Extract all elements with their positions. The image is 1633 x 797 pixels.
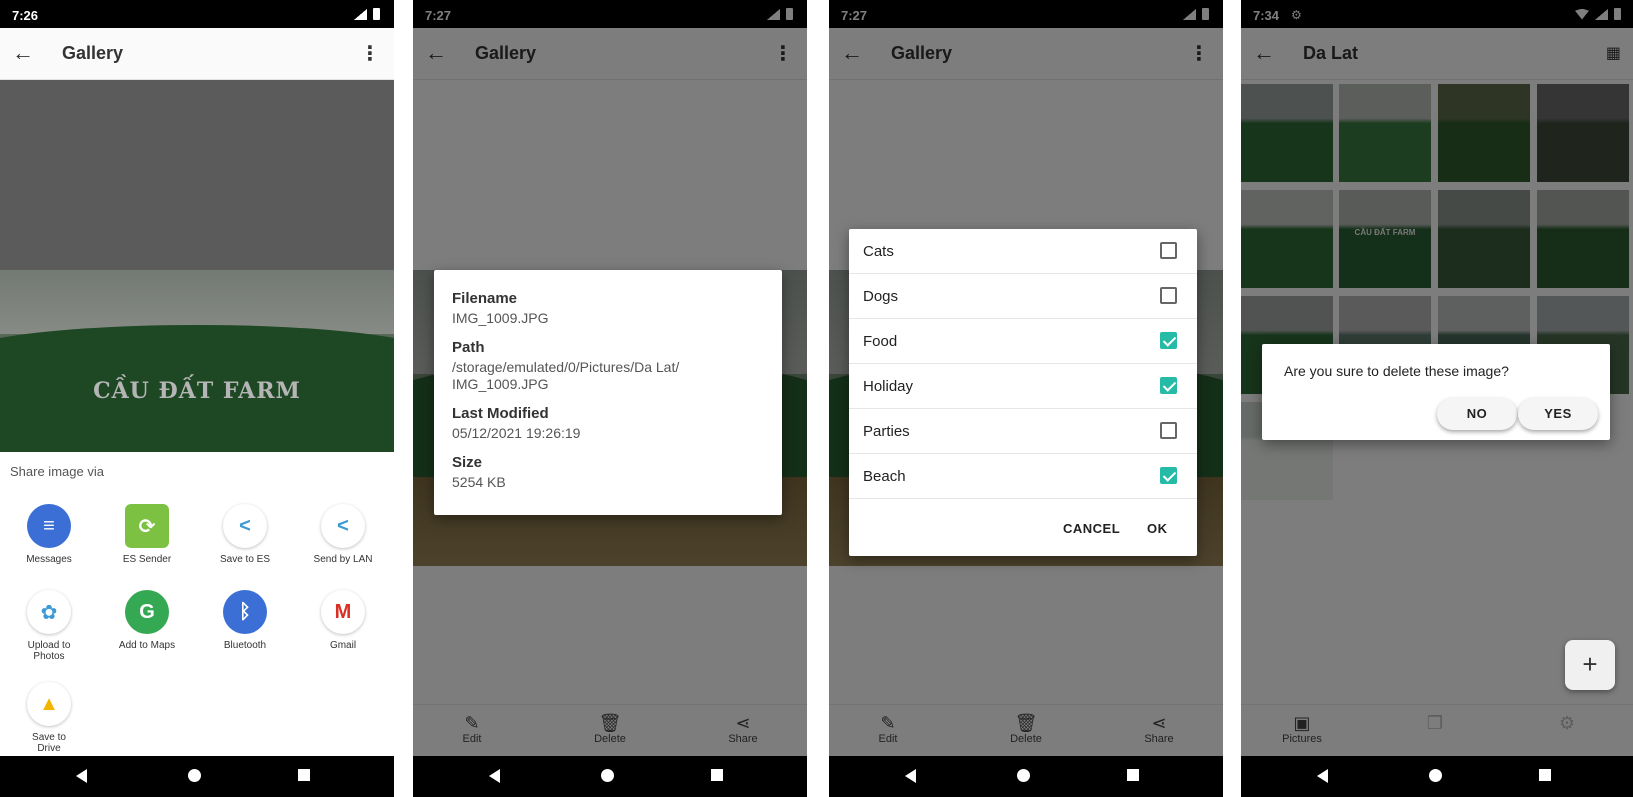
tag-option-row[interactable]: Beach bbox=[849, 454, 1197, 499]
yes-button[interactable]: YES bbox=[1518, 398, 1598, 430]
share-app-label: Upload to Photos bbox=[27, 640, 71, 662]
share-es-icon: < bbox=[223, 504, 267, 548]
share-app-label: Send by LAN bbox=[313, 554, 373, 565]
tag-option-label: Parties bbox=[863, 423, 910, 440]
share-app-label: Gmail bbox=[329, 640, 357, 651]
share-sheet: Share image via ≡ Messages ⟳ ES Sender < Save… bbox=[0, 452, 394, 756]
signal-icon bbox=[354, 8, 367, 20]
share-app-2[interactable]: < Save to ES bbox=[196, 504, 294, 565]
tag-option-row[interactable]: Dogs bbox=[849, 274, 1197, 319]
filename-value: IMG_1009.JPG bbox=[452, 310, 549, 326]
size-label: Size bbox=[452, 454, 483, 471]
system-nav-bar bbox=[0, 756, 394, 797]
share-app-7[interactable]: M Gmail bbox=[294, 590, 392, 651]
nav-home-icon[interactable] bbox=[601, 769, 614, 782]
cancel-button[interactable]: CANCEL bbox=[1063, 521, 1120, 536]
status-bar: 7:26 bbox=[0, 0, 394, 28]
system-nav-bar bbox=[829, 756, 1223, 797]
bluetooth-icon: ᛒ bbox=[223, 590, 267, 634]
tag-option-row[interactable]: Parties bbox=[849, 409, 1197, 454]
status-time: 7:26 bbox=[12, 8, 39, 23]
share-app-label: Messages bbox=[26, 554, 72, 565]
tag-option-row[interactable]: Food bbox=[849, 319, 1197, 364]
path-value: /storage/emulated/0/Pictures/Da Lat/ IMG… bbox=[452, 359, 680, 392]
tag-option-row[interactable]: Cats bbox=[849, 229, 1197, 274]
tag-checkbox[interactable] bbox=[1160, 287, 1177, 304]
nav-recents-icon[interactable] bbox=[1539, 769, 1551, 781]
nav-recents-icon[interactable] bbox=[1127, 769, 1139, 781]
system-nav-bar bbox=[1241, 756, 1633, 797]
nav-back-icon[interactable] bbox=[76, 769, 87, 783]
photo-viewer: CẦU ĐẤT FARM bbox=[0, 80, 394, 452]
share-app-0[interactable]: ≡ Messages bbox=[0, 504, 98, 565]
share-lan-icon: < bbox=[321, 504, 365, 548]
share-app-8[interactable]: ▲ Save to Drive bbox=[0, 682, 98, 754]
gmail-icon: M bbox=[321, 590, 365, 634]
tag-checkbox[interactable] bbox=[1160, 467, 1177, 484]
add-fab[interactable]: + bbox=[1565, 640, 1615, 690]
nav-recents-icon[interactable] bbox=[711, 769, 723, 781]
nav-back-icon[interactable] bbox=[489, 769, 500, 783]
nav-recents-icon[interactable] bbox=[298, 769, 310, 781]
es-sender-icon: ⟳ bbox=[125, 504, 169, 548]
tag-option-label: Holiday bbox=[863, 378, 914, 395]
share-app-label: Save to ES bbox=[219, 554, 271, 565]
overflow-menu-icon[interactable]: ⋮ bbox=[360, 41, 380, 66]
details-dialog: Filename IMG_1009.JPG Path /storage/emul… bbox=[434, 270, 782, 515]
share-app-label: ES Sender bbox=[122, 554, 172, 565]
screen-details: 7:27 ← Gallery ⋮ ✎Edit 🗑Delete ⋖Share Fi… bbox=[413, 0, 807, 797]
last-modified-label: Last Modified bbox=[452, 405, 549, 422]
tag-checkbox[interactable] bbox=[1160, 332, 1177, 349]
tag-option-label: Cats bbox=[863, 243, 894, 260]
nav-back-icon[interactable] bbox=[1317, 769, 1328, 783]
share-sheet-title: Share image via bbox=[10, 464, 104, 479]
messages-icon: ≡ bbox=[27, 504, 71, 548]
nav-home-icon[interactable] bbox=[1017, 769, 1030, 782]
tag-option-row[interactable]: Holiday bbox=[849, 364, 1197, 409]
screen-share: 7:26 ← Gallery ⋮ CẦU ĐẤT FARM Share imag… bbox=[0, 0, 394, 797]
share-app-label: Bluetooth bbox=[223, 640, 267, 651]
battery-icon bbox=[373, 8, 380, 20]
last-modified-value: 05/12/2021 19:26:19 bbox=[452, 425, 581, 441]
nav-home-icon[interactable] bbox=[1429, 769, 1442, 782]
tag-option-label: Beach bbox=[863, 468, 906, 485]
scrim bbox=[0, 80, 394, 452]
page-title: Gallery bbox=[62, 43, 124, 63]
share-app-label: Add to Maps bbox=[118, 640, 176, 651]
filename-label: Filename bbox=[452, 290, 518, 307]
tag-option-label: Dogs bbox=[863, 288, 899, 305]
share-app-6[interactable]: ᛒ Bluetooth bbox=[196, 590, 294, 651]
path-label: Path bbox=[452, 339, 485, 356]
tag-option-label: Food bbox=[863, 333, 898, 350]
share-app-3[interactable]: < Send by LAN bbox=[294, 504, 392, 565]
nav-back-icon[interactable] bbox=[905, 769, 916, 783]
share-app-1[interactable]: ⟳ ES Sender bbox=[98, 504, 196, 565]
screen-tags: 7:27 ← Gallery ⋮ ✎Edit 🗑Delete ⋖Share Ca… bbox=[829, 0, 1223, 797]
share-app-4[interactable]: ✿ Upload to Photos bbox=[0, 590, 98, 662]
share-app-label: Save to Drive bbox=[32, 732, 66, 754]
no-button[interactable]: NO bbox=[1437, 398, 1517, 430]
google-maps-icon: G bbox=[125, 590, 169, 634]
back-arrow-icon[interactable]: ← bbox=[12, 40, 34, 66]
nav-home-icon[interactable] bbox=[188, 769, 201, 782]
tag-checkbox[interactable] bbox=[1160, 422, 1177, 439]
system-nav-bar bbox=[413, 756, 807, 797]
confirm-text: Are you sure to delete these image? bbox=[1284, 363, 1509, 379]
tags-dialog: Cats Dogs Food Holiday Parties Beach CANCEL O… bbox=[849, 229, 1197, 556]
tag-checkbox[interactable] bbox=[1160, 377, 1177, 394]
google-photos-icon: ✿ bbox=[27, 590, 71, 634]
google-drive-icon: ▲ bbox=[27, 682, 71, 726]
app-bar: ← Gallery ⋮ bbox=[0, 28, 394, 80]
size-value: 5254 KB bbox=[452, 474, 506, 490]
ok-button[interactable]: OK bbox=[1147, 521, 1168, 536]
tag-checkbox[interactable] bbox=[1160, 242, 1177, 259]
screen-album: 7:34 ⚙ ← Da Lat ▦ CẦU ĐẤT FARM ▣Pictures… bbox=[1241, 0, 1633, 797]
share-app-5[interactable]: G Add to Maps bbox=[98, 590, 196, 651]
